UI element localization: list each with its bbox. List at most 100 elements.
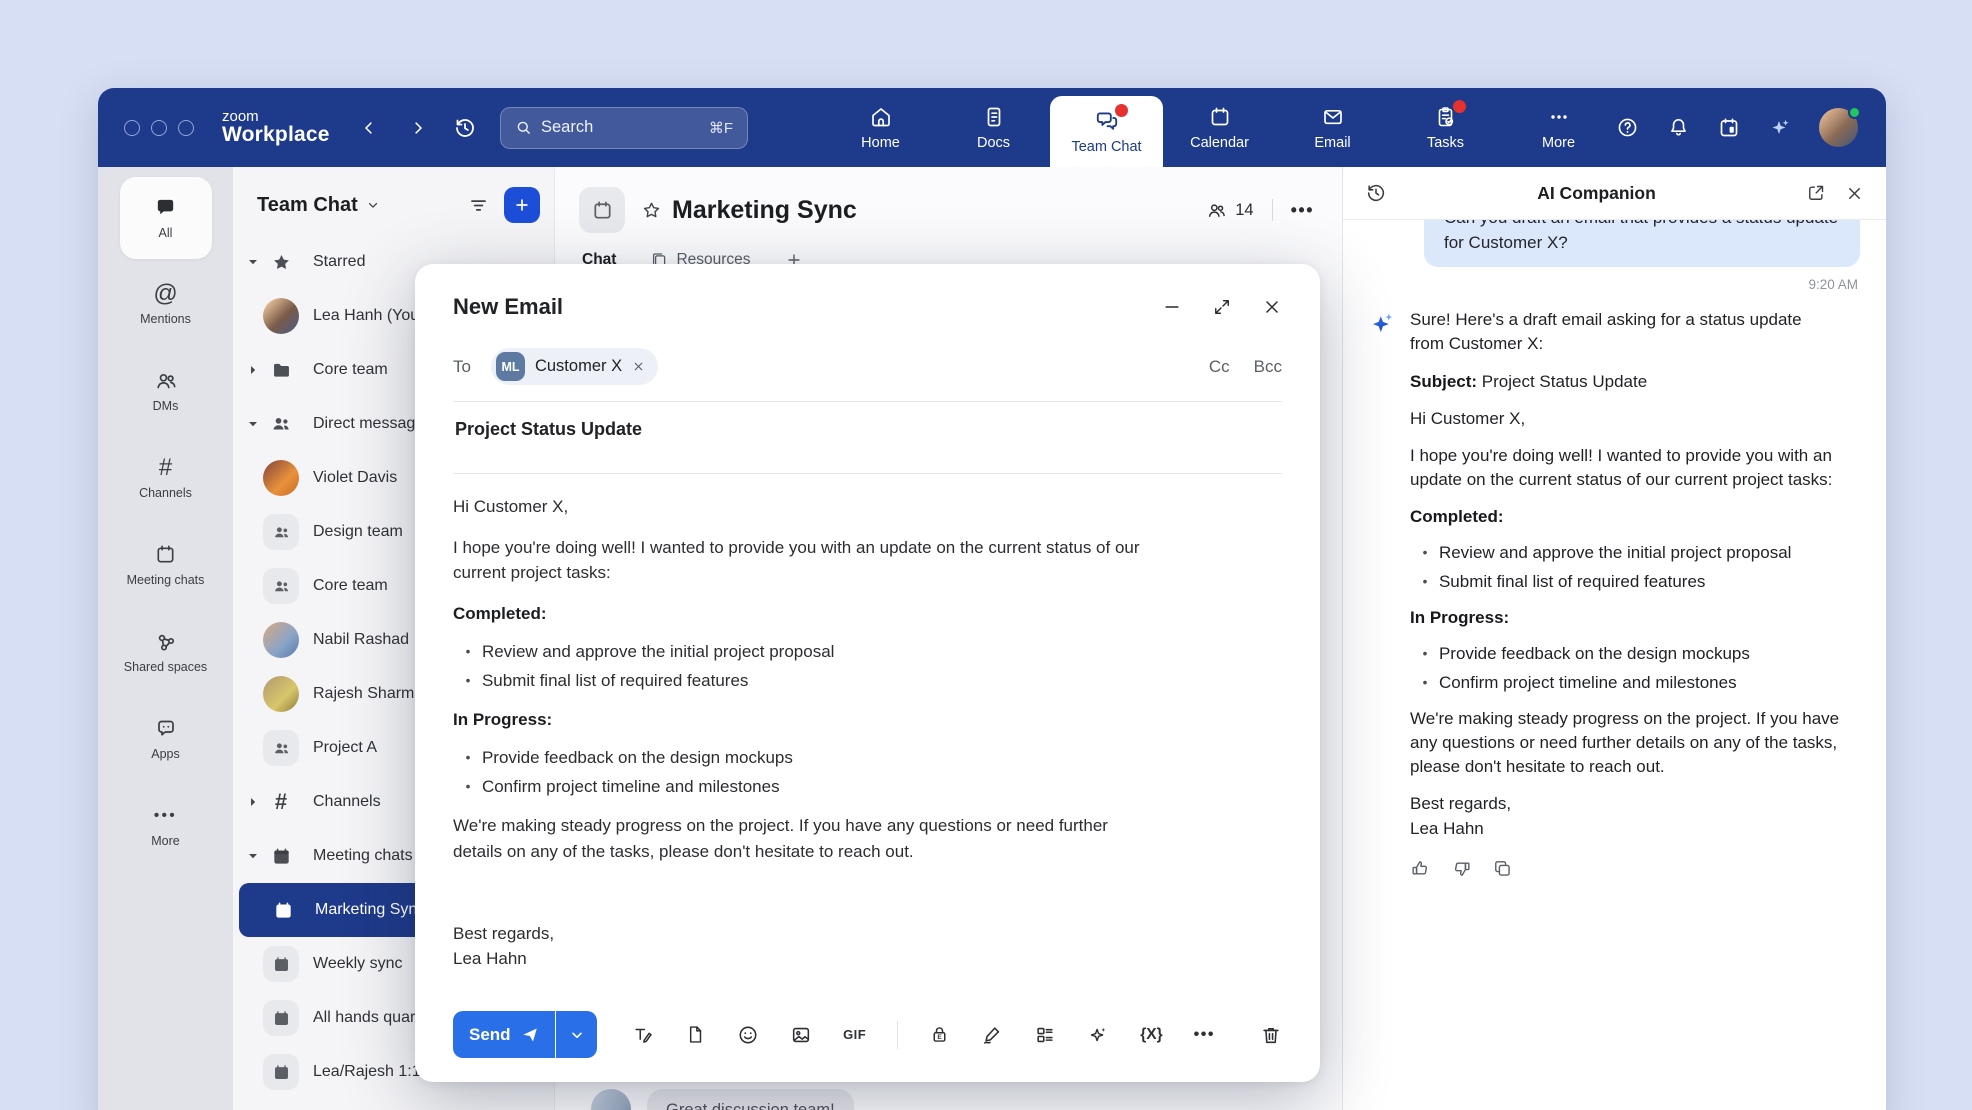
chat-bubble-icon xyxy=(154,196,177,220)
avatar xyxy=(263,676,299,712)
tab-email[interactable]: Email xyxy=(1276,88,1389,167)
format-text-icon[interactable] xyxy=(632,1024,654,1046)
ai-in-progress-list: •Provide feedback on the design mockups … xyxy=(1410,643,1840,695)
open-in-window-icon[interactable] xyxy=(1806,183,1826,203)
close-icon[interactable] xyxy=(1262,297,1282,317)
email-outro: We're making steady progress on the proj… xyxy=(453,813,1158,864)
minimize-window-button[interactable] xyxy=(151,120,167,136)
expand-icon[interactable] xyxy=(1212,297,1232,317)
user-avatar[interactable] xyxy=(1819,108,1858,147)
ai-companion-icon[interactable] xyxy=(1768,116,1792,140)
group-icon xyxy=(263,514,299,550)
template-icon[interactable] xyxy=(1034,1024,1056,1046)
team-chat-icon xyxy=(1094,108,1120,134)
email-in-progress-list: •Provide feedback on the design mockups … xyxy=(453,747,1158,799)
help-icon[interactable] xyxy=(1615,116,1639,140)
tab-home[interactable]: Home xyxy=(824,88,937,167)
left-rail: All @ Mentions DMs # Channels xyxy=(98,167,233,1110)
tab-tasks[interactable]: Tasks xyxy=(1389,88,1502,167)
copy-icon[interactable] xyxy=(1492,858,1513,879)
rail-item-meeting-chats[interactable]: Meeting chats xyxy=(116,523,216,607)
rail-item-shared-spaces[interactable]: Shared spaces xyxy=(116,610,216,694)
filter-icon[interactable] xyxy=(468,195,489,216)
caret-right-icon[interactable] xyxy=(243,797,263,807)
message-timestamp: 9:20 AM xyxy=(1371,277,1858,292)
member-count[interactable]: 14 xyxy=(1206,200,1253,221)
ai-history-icon[interactable] xyxy=(1365,182,1387,204)
thumbs-down-icon[interactable] xyxy=(1451,858,1472,879)
recipient-chip[interactable]: ML Customer X xyxy=(491,348,658,385)
email-body-editor[interactable]: Hi Customer X, I hope you're doing well!… xyxy=(453,494,1158,972)
to-field[interactable]: To ML Customer X Cc Bcc xyxy=(453,348,1282,385)
star-icon xyxy=(263,244,299,280)
ai-greeting: Hi Customer X, xyxy=(1410,407,1840,431)
subject-field[interactable]: Project Status Update xyxy=(453,402,1282,457)
rail-item-apps[interactable]: Apps xyxy=(116,697,216,781)
variables-button[interactable]: {X} xyxy=(1140,1026,1162,1044)
send-options-button[interactable] xyxy=(556,1011,597,1058)
rail-item-mentions[interactable]: @ Mentions xyxy=(116,262,216,346)
star-channel-button[interactable] xyxy=(641,200,662,221)
thumbs-up-icon[interactable] xyxy=(1410,858,1431,879)
bcc-button[interactable]: Bcc xyxy=(1254,357,1282,377)
home-icon xyxy=(869,104,893,130)
tab-calendar[interactable]: Calendar xyxy=(1163,88,1276,167)
channel-header: Marketing Sync 14 ••• xyxy=(555,167,1342,233)
gif-button[interactable]: GIF xyxy=(843,1027,866,1042)
signature-icon[interactable] xyxy=(981,1024,1003,1046)
cc-button[interactable]: Cc xyxy=(1209,357,1230,377)
send-plane-icon xyxy=(521,1026,539,1044)
search-icon xyxy=(515,119,532,136)
caret-right-icon[interactable] xyxy=(243,365,263,375)
close-panel-icon[interactable] xyxy=(1845,184,1864,203)
ai-in-progress-label: In Progress: xyxy=(1410,606,1840,630)
topbar: zoom Workplace Search ⌘F xyxy=(98,88,1886,167)
remove-recipient-icon[interactable] xyxy=(632,360,645,373)
discard-draft-icon[interactable] xyxy=(1260,1024,1282,1046)
email-completed-label: Completed: xyxy=(453,601,1158,627)
window-controls[interactable] xyxy=(124,120,194,136)
tab-more[interactable]: More xyxy=(1502,88,1615,167)
back-button[interactable] xyxy=(356,114,383,142)
more-tools-button[interactable]: ••• xyxy=(1194,1026,1215,1044)
upcoming-meetings-icon[interactable] xyxy=(1717,116,1741,140)
ai-compose-icon[interactable] xyxy=(1087,1024,1109,1046)
caret-down-icon[interactable] xyxy=(243,257,263,267)
ai-sparkle-icon xyxy=(1369,310,1396,878)
email-intro: I hope you're doing well! I wanted to pr… xyxy=(453,535,1158,586)
caret-down-icon[interactable] xyxy=(243,419,263,429)
ai-outro: We're making steady progress on the proj… xyxy=(1410,707,1840,779)
forward-button[interactable] xyxy=(404,114,431,142)
new-chat-button[interactable] xyxy=(504,187,540,223)
notifications-icon[interactable] xyxy=(1666,116,1690,140)
channel-more-button[interactable]: ••• xyxy=(1291,200,1314,221)
rail-item-more[interactable]: ••• More xyxy=(116,784,216,868)
tab-docs[interactable]: Docs xyxy=(937,88,1050,167)
emoji-icon[interactable] xyxy=(737,1024,759,1046)
history-icon[interactable] xyxy=(451,114,478,142)
group-icon xyxy=(263,730,299,766)
docs-icon xyxy=(982,104,1006,130)
send-button[interactable]: Send xyxy=(453,1011,555,1058)
encrypt-icon[interactable]: E xyxy=(929,1024,950,1045)
attach-file-icon[interactable] xyxy=(685,1024,706,1045)
rail-item-all[interactable]: All xyxy=(120,177,212,259)
minimize-icon[interactable] xyxy=(1162,297,1182,317)
image-icon[interactable] xyxy=(790,1024,812,1046)
members-icon xyxy=(1206,200,1227,221)
tab-team-chat[interactable]: Team Chat xyxy=(1050,96,1163,167)
ai-feedback-bar xyxy=(1410,858,1840,879)
email-in-progress-label: In Progress: xyxy=(453,707,1158,733)
chat-list-header: Team Chat xyxy=(233,181,554,235)
close-window-button[interactable] xyxy=(124,120,140,136)
meeting-calendar-icon xyxy=(265,892,301,928)
search-shortcut: ⌘F xyxy=(709,119,733,137)
caret-down-icon[interactable] xyxy=(243,851,263,861)
meeting-calendar-icon xyxy=(263,838,299,874)
hash-icon: # xyxy=(263,784,299,820)
rail-item-dms[interactable]: DMs xyxy=(116,349,216,433)
maximize-window-button[interactable] xyxy=(178,120,194,136)
search-input[interactable]: Search ⌘F xyxy=(500,107,748,149)
chat-list-title[interactable]: Team Chat xyxy=(257,194,380,217)
rail-item-channels[interactable]: # Channels xyxy=(116,436,216,520)
